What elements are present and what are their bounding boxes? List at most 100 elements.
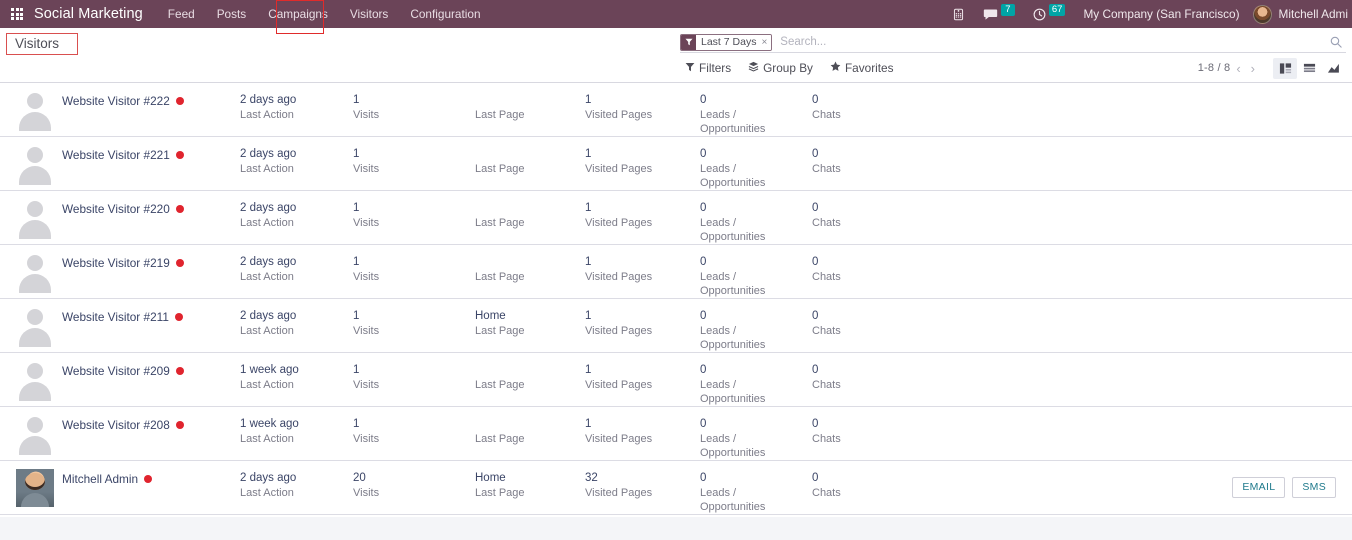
last-page-value: Home [475, 472, 506, 484]
favorites-dropdown-label: Favorites [844, 61, 894, 75]
activities-counter[interactable]: 67 [1024, 0, 1075, 28]
graph-view-button[interactable] [1321, 58, 1345, 79]
last-action-cell: 2 days ago Last Action [240, 91, 353, 122]
search-input[interactable] [772, 36, 1324, 48]
visitor-name: Website Visitor #219 [62, 256, 170, 270]
placeholder-avatar-icon [16, 145, 54, 185]
last-page-label: Last Page [475, 379, 525, 391]
chats-label: Chats [812, 433, 841, 445]
leads-cell: 0 Leads / Opportunities [700, 469, 812, 514]
visitor-name-cell[interactable]: Website Visitor #209 [62, 361, 240, 378]
visitor-name-cell[interactable]: Mitchell Admin [62, 469, 240, 486]
last-page-label: Last Page [475, 109, 525, 121]
placeholder-avatar-icon [16, 361, 54, 401]
visited-pages-label: Visited Pages [585, 271, 653, 283]
visited-pages-label: Visited Pages [585, 325, 653, 337]
table-row[interactable]: Website Visitor #221 2 days ago Last Act… [0, 137, 1352, 191]
last-page-value [475, 255, 585, 270]
visitor-name-cell[interactable]: Website Visitor #220 [62, 199, 240, 216]
visits-cell: 1 Visits [353, 199, 475, 230]
table-row[interactable]: Website Visitor #208 1 week ago Last Act… [0, 407, 1352, 461]
search-bar[interactable]: Last 7 Days × [680, 32, 1346, 53]
last-action-label: Last Action [240, 487, 294, 499]
table-row[interactable]: Website Visitor #222 2 days ago Last Act… [0, 83, 1352, 137]
pager-next-icon[interactable]: › [1247, 62, 1259, 75]
visited-pages-cell: 1 Visited Pages [585, 361, 700, 392]
control-panel-bottom-row: Filters Group By Favorites 1-8 / 8 ‹ › [0, 56, 1352, 82]
visitor-name-cell[interactable]: Website Visitor #208 [62, 415, 240, 432]
leads-value: 0 [700, 148, 707, 160]
last-page-value [475, 201, 585, 216]
nav-item-posts[interactable]: Posts [206, 0, 258, 28]
visits-value: 1 [353, 364, 360, 376]
search-icon[interactable] [1324, 36, 1346, 48]
apps-grid-dots [11, 8, 23, 20]
sms-button[interactable]: SMS [1292, 477, 1336, 498]
messages-counter[interactable]: 7 [974, 0, 1024, 28]
placeholder-avatar-icon [16, 415, 54, 455]
last-action-value: 2 days ago [240, 148, 297, 160]
last-page-cell: Last Page [475, 91, 585, 122]
last-action-cell: 2 days ago Last Action [240, 199, 353, 230]
avatar [0, 199, 62, 239]
placeholder-avatar-icon [16, 253, 54, 293]
chats-cell: 0 Chats [812, 199, 932, 230]
status-badge [175, 205, 184, 213]
email-button[interactable]: EMAIL [1232, 477, 1286, 498]
visits-label: Visits [353, 271, 380, 283]
visits-value: 1 [353, 418, 360, 430]
favorites-dropdown[interactable]: Favorites [830, 61, 894, 75]
visitor-name-cell[interactable]: Website Visitor #211 [62, 307, 240, 324]
list-view-button[interactable] [1297, 58, 1321, 79]
apps-grid-icon[interactable] [4, 0, 30, 28]
table-row[interactable]: Mitchell Admin 2 days ago Last Action 20… [0, 461, 1352, 515]
table-row[interactable]: Website Visitor #219 2 days ago Last Act… [0, 245, 1352, 299]
last-page-value: Home [475, 310, 506, 322]
status-badge [175, 421, 184, 429]
leads-cell: 0 Leads / Opportunities [700, 415, 812, 460]
visits-value: 1 [353, 148, 360, 160]
leads-label: Leads / Opportunities [700, 487, 766, 513]
status-badge [175, 151, 184, 159]
visitor-name-cell[interactable]: Website Visitor #221 [62, 145, 240, 162]
phone-icon[interactable] [943, 0, 974, 28]
last-action-value: 1 week ago [240, 364, 299, 376]
leads-value: 0 [700, 310, 707, 322]
visitor-name-cell[interactable]: Website Visitor #219 [62, 253, 240, 270]
table-row[interactable]: Website Visitor #209 1 week ago Last Act… [0, 353, 1352, 407]
user-photo-avatar [16, 469, 54, 507]
last-action-label: Last Action [240, 433, 294, 445]
status-badge [175, 259, 184, 267]
visitor-name: Website Visitor #209 [62, 364, 170, 378]
nav-item-campaigns[interactable]: Campaigns [257, 0, 339, 28]
company-switcher[interactable]: My Company (San Francisco) [1074, 7, 1248, 21]
table-row[interactable]: Website Visitor #211 2 days ago Last Act… [0, 299, 1352, 353]
kanban-view-button[interactable] [1273, 57, 1297, 79]
nav-item-feed[interactable]: Feed [157, 0, 206, 28]
last-action-cell: 1 week ago Last Action [240, 361, 353, 392]
search-facet-close-icon[interactable]: × [760, 34, 772, 50]
visitor-name: Website Visitor #208 [62, 418, 170, 432]
pager-value[interactable]: 1-8 / 8 [1198, 62, 1231, 74]
user-menu-label: Mitchell Admi [1278, 7, 1349, 21]
group-by-dropdown[interactable]: Group By [748, 61, 813, 75]
page-title[interactable]: Visitors [6, 33, 79, 55]
last-page-value [475, 363, 585, 378]
nav-item-visitors[interactable]: Visitors [339, 0, 399, 28]
chats-value: 0 [812, 418, 819, 430]
app-brand-title[interactable]: Social Marketing [30, 6, 157, 22]
pager-previous-icon[interactable]: ‹ [1232, 62, 1244, 75]
chats-label: Chats [812, 163, 841, 175]
table-row[interactable]: Website Visitor #220 2 days ago Last Act… [0, 191, 1352, 245]
last-action-value: 2 days ago [240, 202, 297, 214]
nav-item-configuration[interactable]: Configuration [399, 0, 491, 28]
chats-label: Chats [812, 487, 841, 499]
visited-pages-label: Visited Pages [585, 163, 653, 175]
visitor-name-cell[interactable]: Website Visitor #222 [62, 91, 240, 108]
user-menu[interactable]: Mitchell Admi [1249, 4, 1349, 24]
last-page-cell: Home Last Page [475, 307, 585, 338]
filters-dropdown[interactable]: Filters [685, 61, 731, 75]
search-facet-last-7-days[interactable]: Last 7 Days × [680, 33, 773, 51]
last-page-label: Last Page [475, 217, 525, 229]
funnel-icon [685, 61, 695, 75]
